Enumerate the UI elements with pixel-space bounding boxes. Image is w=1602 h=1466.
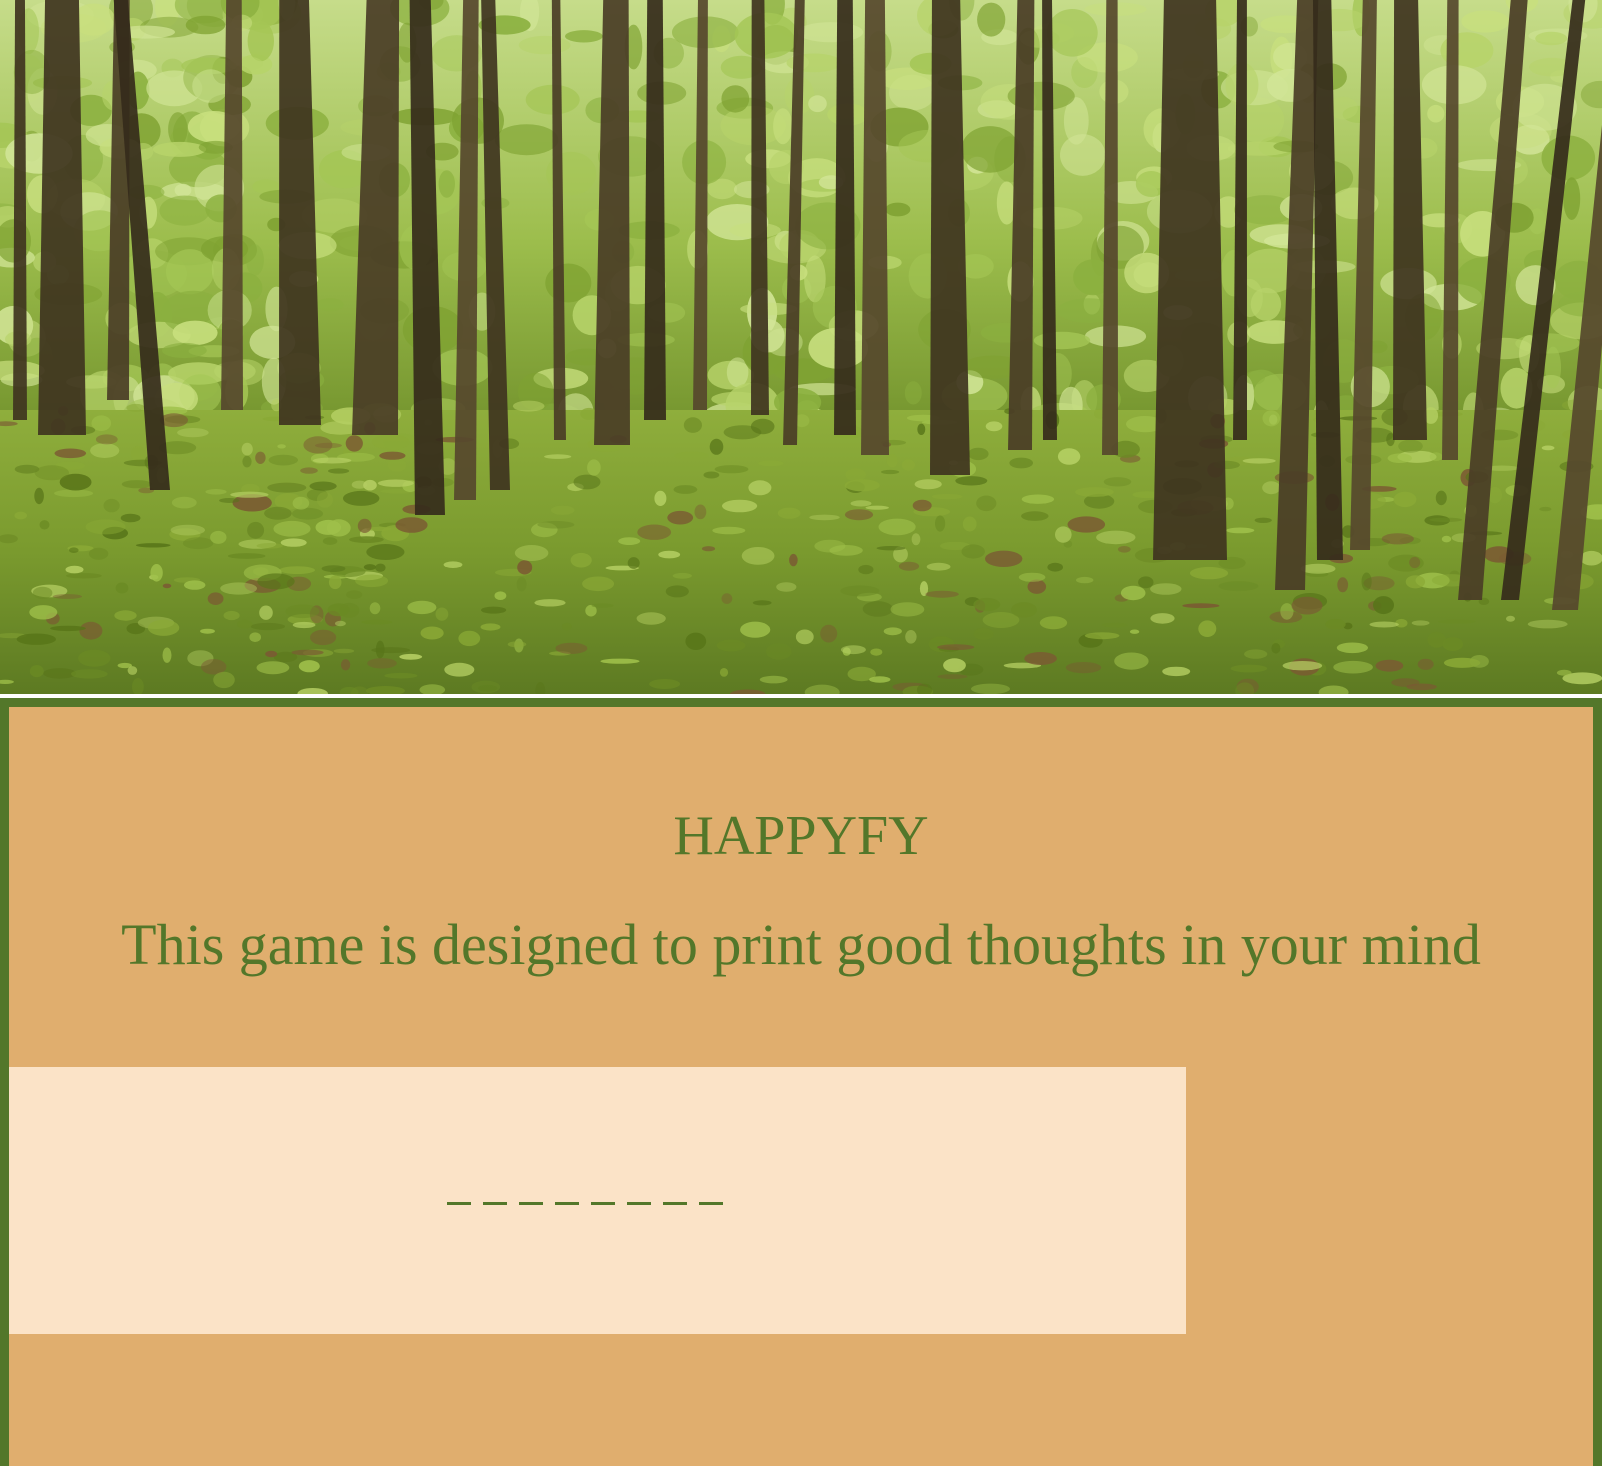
letter-blank: [483, 1202, 507, 1205]
game-page: HAPPYFY This game is designed to print g…: [0, 0, 1602, 1466]
letter-blank: [699, 1202, 723, 1205]
game-description: This game is designed to print good thou…: [121, 912, 1481, 977]
letter-blank: [663, 1202, 687, 1205]
letter-blank: [555, 1202, 579, 1205]
game-panel: HAPPYFY This game is designed to print g…: [0, 698, 1602, 1466]
letter-blank: [447, 1202, 471, 1205]
game-title: HAPPYFY: [673, 805, 929, 867]
word-puzzle-box: [9, 1067, 1186, 1334]
word-blanks: [447, 1202, 723, 1205]
letter-blank: [519, 1202, 543, 1205]
forest-hero-image: [0, 0, 1602, 694]
letter-blank: [591, 1202, 615, 1205]
letter-blank: [627, 1202, 651, 1205]
